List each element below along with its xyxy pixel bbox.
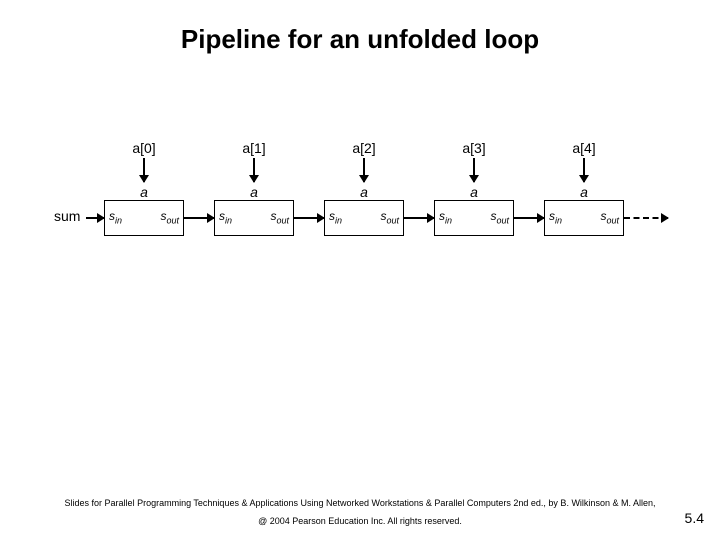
sout-label: sout bbox=[270, 209, 289, 225]
sout-label: sout bbox=[160, 209, 179, 225]
sin-label: sin bbox=[109, 209, 122, 225]
stage-a-label: a bbox=[324, 184, 404, 200]
arrow-right-icon bbox=[294, 217, 324, 219]
pipeline-stage: a[1] a sin sout bbox=[214, 140, 294, 250]
sout-label: sout bbox=[490, 209, 509, 225]
arrow-right-icon bbox=[184, 217, 214, 219]
sum-label: sum bbox=[54, 208, 80, 224]
pipeline-box: sin sout bbox=[544, 200, 624, 236]
pipeline-box: sin sout bbox=[324, 200, 404, 236]
arrow-down-icon bbox=[473, 158, 475, 182]
stage-input-label: a[1] bbox=[214, 140, 294, 156]
arrow-right-icon bbox=[86, 217, 104, 219]
arrow-down-icon bbox=[363, 158, 365, 182]
sout-label: sout bbox=[380, 209, 399, 225]
footer-line-1: Slides for Parallel Programming Techniqu… bbox=[0, 498, 720, 508]
pipeline-stage: a[0] a sin sout bbox=[104, 140, 184, 250]
footer-line-2: @ 2004 Pearson Education Inc. All rights… bbox=[0, 516, 720, 526]
stage-input-label: a[2] bbox=[324, 140, 404, 156]
stage-a-label: a bbox=[104, 184, 184, 200]
stage-input-label: a[3] bbox=[434, 140, 514, 156]
pipeline-stage: a[2] a sin sout bbox=[324, 140, 404, 250]
arrow-down-icon bbox=[583, 158, 585, 182]
arrow-right-icon bbox=[404, 217, 434, 219]
pipeline-box: sin sout bbox=[104, 200, 184, 236]
stage-a-label: a bbox=[544, 184, 624, 200]
sin-label: sin bbox=[219, 209, 232, 225]
arrow-right-icon bbox=[514, 217, 544, 219]
sout-label: sout bbox=[600, 209, 619, 225]
sin-label: sin bbox=[549, 209, 562, 225]
stage-a-label: a bbox=[434, 184, 514, 200]
stage-input-label: a[4] bbox=[544, 140, 624, 156]
pipeline-stage: a[4] a sin sout bbox=[544, 140, 624, 250]
pipeline-box: sin sout bbox=[214, 200, 294, 236]
arrow-down-icon bbox=[143, 158, 145, 182]
sin-label: sin bbox=[329, 209, 342, 225]
pipeline-stage: a[3] a sin sout bbox=[434, 140, 514, 250]
slide-title: Pipeline for an unfolded loop bbox=[0, 24, 720, 55]
arrow-right-dashed-icon bbox=[624, 217, 668, 219]
pipeline-box: sin sout bbox=[434, 200, 514, 236]
stage-input-label: a[0] bbox=[104, 140, 184, 156]
sin-label: sin bbox=[439, 209, 452, 225]
arrow-down-icon bbox=[253, 158, 255, 182]
stage-a-label: a bbox=[214, 184, 294, 200]
page-number: 5.4 bbox=[685, 510, 704, 526]
pipeline-diagram: sum a[0] a sin sout a[1] a sin sout a[2]… bbox=[54, 140, 674, 250]
